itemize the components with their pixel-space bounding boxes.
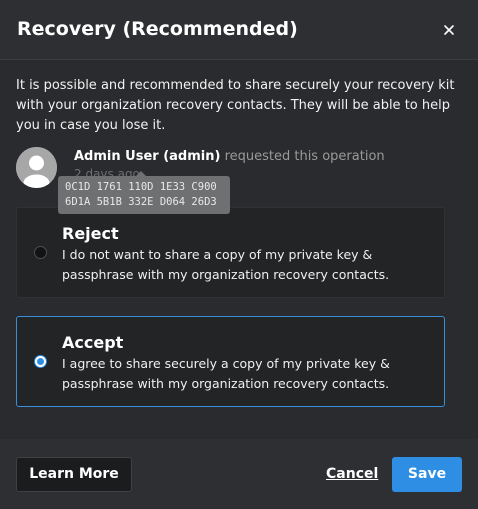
accept-title: Accept xyxy=(62,333,124,352)
reject-title: Reject xyxy=(62,224,119,243)
reject-description: I do not want to share a copy of my priv… xyxy=(62,247,390,282)
dialog-footer: Learn More Cancel Save xyxy=(0,439,478,509)
reject-option[interactable]: Reject I do not want to share a copy of … xyxy=(16,207,445,298)
fingerprint-line-2: 6D1A 5B1B 332E D064 26D3 xyxy=(65,196,217,208)
tooltip-arrow xyxy=(136,171,146,176)
recovery-dialog: Recovery (Recommended) It is possible an… xyxy=(0,0,478,509)
user-avatar-icon xyxy=(16,147,57,188)
intro-text: It is possible and recommended to share … xyxy=(16,78,455,133)
requester-action: requested this operation xyxy=(224,149,385,164)
dialog-header: Recovery (Recommended) xyxy=(0,0,478,60)
fingerprint-line-1: 0C1D 1761 110D 1E33 C900 xyxy=(65,181,217,193)
dialog-title: Recovery (Recommended) xyxy=(17,18,298,40)
dialog-body: It is possible and recommended to share … xyxy=(0,60,478,439)
requester-line: Admin User (admin) requested this operat… xyxy=(74,148,385,166)
cancel-button[interactable]: Cancel xyxy=(326,457,378,492)
reject-radio[interactable] xyxy=(34,246,47,259)
accept-radio[interactable] xyxy=(34,355,47,368)
learn-more-button[interactable]: Learn More xyxy=(16,457,132,492)
fingerprint-tooltip: 0C1D 1761 110D 1E33 C900 6D1A 5B1B 332E … xyxy=(58,171,230,214)
accept-description: I agree to share securely a copy of my p… xyxy=(62,356,390,391)
close-icon[interactable] xyxy=(438,19,460,41)
save-button[interactable]: Save xyxy=(392,457,462,492)
requester-name: Admin User (admin) xyxy=(74,149,221,164)
accept-option[interactable]: Accept I agree to share securely a copy … xyxy=(16,316,445,407)
